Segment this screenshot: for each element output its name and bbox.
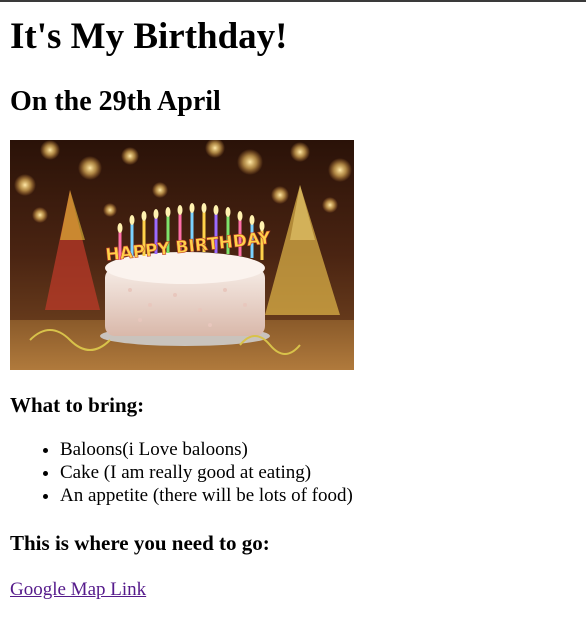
birthday-cake-image: HAPPY BIRTHDAY [10, 140, 354, 370]
page-content: It's My Birthday! On the 29th April HAPP… [0, 16, 586, 601]
google-map-link[interactable]: Google Map Link [10, 578, 146, 601]
bring-heading: What to bring: [10, 393, 145, 417]
page-title: It's My Birthday! [10, 16, 288, 57]
list-item: Baloons(i Love baloons) [60, 438, 576, 461]
date-heading: On the 29th April [10, 86, 221, 117]
location-heading: This is where you need to go: [10, 531, 270, 555]
list-item: An appetite (there will be lots of food) [60, 484, 576, 507]
bring-list: Baloons(i Love baloons) Cake (I am reall… [10, 438, 576, 507]
list-item: Cake (I am really good at eating) [60, 461, 576, 484]
